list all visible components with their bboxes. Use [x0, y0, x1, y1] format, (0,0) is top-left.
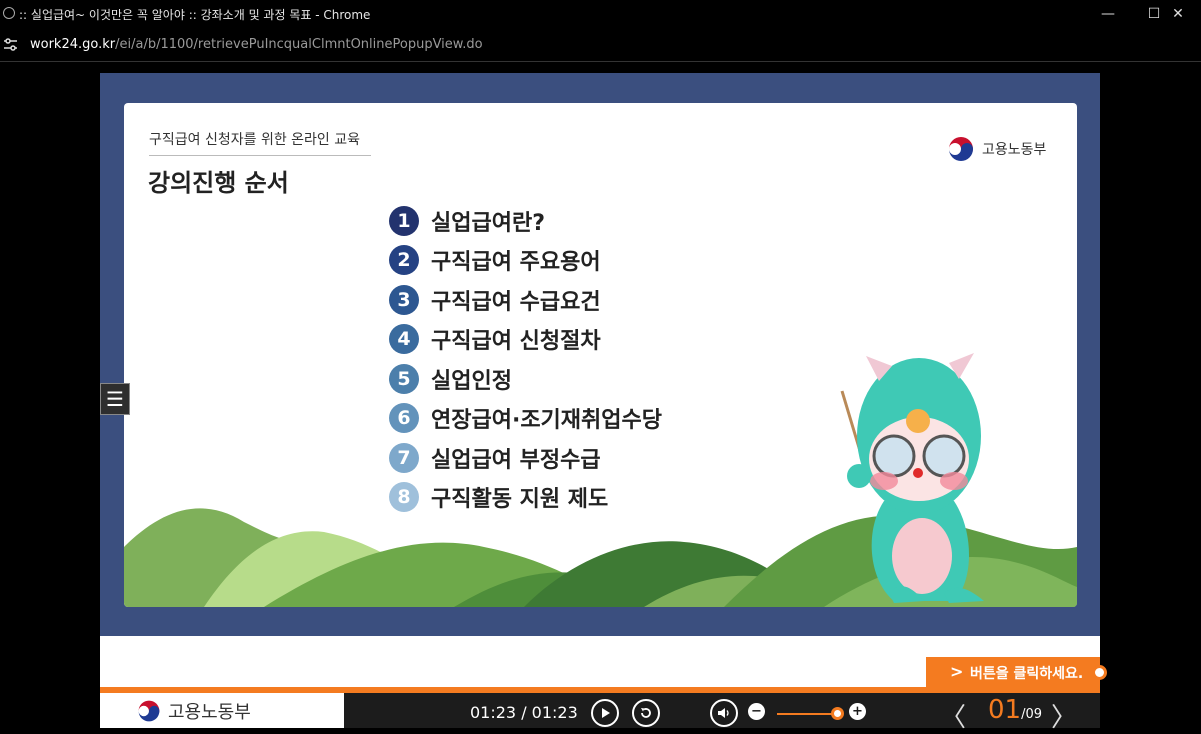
volume-button[interactable] — [710, 699, 738, 727]
play-button[interactable] — [591, 699, 619, 727]
agenda-item: 7 실업급여 부정수급 — [389, 438, 662, 478]
agenda-item: 1 실업급여란? — [389, 201, 662, 241]
agenda-item: 5 실업인정 — [389, 359, 662, 399]
slide-heading: 강의진행 순서 — [148, 169, 289, 197]
lecture-stage: 구직급여 신청자를 위한 온라인 교육 강의진행 순서 고용노동부 1 실업급여란… — [100, 73, 1100, 636]
next-hint-text: 버튼을 클릭하세요. — [970, 665, 1084, 682]
globe-icon — [3, 7, 15, 19]
agenda-number: 2 — [389, 245, 419, 276]
next-page-button[interactable]: 〉 — [1051, 697, 1077, 734]
agenda-item: 2 구직급여 주요용어 — [389, 241, 662, 281]
page-total: /09 — [1021, 707, 1043, 722]
play-icon — [602, 708, 610, 718]
agenda-label: 실업급여란? — [431, 210, 545, 236]
volume-slider-track[interactable] — [777, 713, 837, 715]
agenda-item: 3 구직급여 수급요건 — [389, 280, 662, 320]
taegeuk-icon — [947, 135, 975, 163]
playback-time: 01:23 / 01:23 — [470, 703, 578, 722]
tune-icon[interactable] — [3, 37, 18, 52]
minimize-button[interactable]: — — [1085, 0, 1131, 28]
agenda-label: 연장급여·조기재취업수당 — [431, 408, 662, 434]
agenda-number: 1 — [389, 205, 419, 236]
agenda-list: 1 실업급여란? 2 구직급여 주요용어 3 구직급여 수급요건 4 구직급여 신청절차… — [389, 201, 662, 517]
agenda-number: 6 — [389, 403, 419, 434]
agenda-number: 3 — [389, 284, 419, 315]
lecture-slide: 구직급여 신청자를 위한 온라인 교육 강의진행 순서 고용노동부 1 실업급여란… — [124, 103, 1077, 607]
volume-down-button[interactable]: − — [748, 703, 765, 720]
agenda-label: 실업인정 — [431, 368, 512, 394]
chevron-right-icon: > — [950, 662, 964, 681]
agenda-label: 구직급여 신청절차 — [431, 329, 601, 355]
speaker-icon — [718, 708, 729, 718]
close-button[interactable]: ✕ — [1155, 0, 1201, 28]
ministry-logo: 고용노동부 — [946, 133, 1046, 165]
url-host: work24.go.kr — [30, 37, 116, 52]
agenda-number: 4 — [389, 324, 419, 355]
agenda-item: 6 연장급여·조기재취업수당 — [389, 399, 662, 439]
player-ministry-logo: 고용노동부 — [100, 693, 344, 728]
url-text[interactable]: work24.go.kr/ei/a/b/1100/retrievePuIncqu… — [30, 37, 483, 52]
address-bar: work24.go.kr/ei/a/b/1100/retrievePuIncqu… — [0, 28, 1201, 62]
ministry-logo-text: 고용노동부 — [982, 142, 1047, 158]
url-path: /ei/a/b/1100/retrievePuIncqualClmntOnlin… — [115, 37, 483, 52]
agenda-label: 구직급여 주요용어 — [431, 250, 601, 276]
volume-slider-handle[interactable] — [831, 707, 844, 720]
page-current: 01 — [988, 695, 1022, 725]
agenda-item: 4 구직급여 신청절차 — [389, 320, 662, 360]
volume-up-button[interactable]: + — [849, 703, 866, 720]
player-logo-text: 고용노동부 — [168, 701, 251, 723]
dinosaur-mascot-image — [840, 353, 984, 603]
slide-subtitle: 구직급여 신청자를 위한 온라인 교육 — [149, 129, 371, 156]
window-title: :: 실업급여~ 이것만은 꼭 알아야 :: 강좌소개 및 과정 목표 - Ch… — [19, 8, 371, 22]
menu-button[interactable]: ☰ — [100, 383, 130, 415]
agenda-number: 5 — [389, 363, 419, 394]
prev-page-button[interactable]: 〈 — [940, 697, 966, 734]
taegeuk-icon — [136, 698, 162, 723]
hint-dot-icon — [1092, 665, 1107, 680]
page-indicator: 01/09 — [988, 695, 1042, 725]
agenda-label: 실업급여 부정수급 — [431, 447, 601, 473]
agenda-label: 구직급여 수급요건 — [431, 289, 601, 315]
next-hint-callout: > 버튼을 클릭하세요. — [926, 657, 1107, 688]
agenda-number: 7 — [389, 442, 419, 473]
replay-icon — [641, 708, 651, 718]
replay-button[interactable] — [632, 699, 660, 727]
player-controls: 고용노동부 01:23 / 01:23 − + 〈 01/09 〉 — [100, 693, 1100, 733]
browser-titlebar: :: 실업급여~ 이것만은 꼭 알아야 :: 강좌소개 및 과정 목표 - Ch… — [0, 0, 1201, 28]
